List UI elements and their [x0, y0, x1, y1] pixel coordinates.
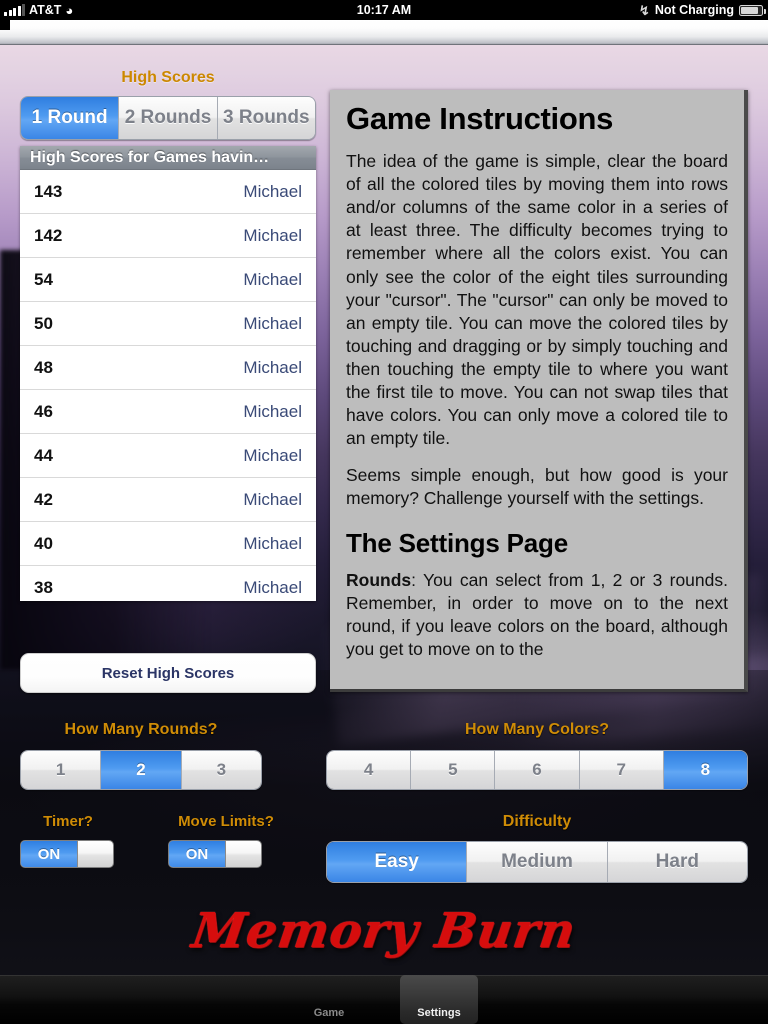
how-many-rounds-label: How Many Rounds?: [64, 721, 218, 738]
tab-1-round-label: 1 Round: [31, 107, 108, 128]
rounds-option-3-label: 3: [216, 760, 227, 779]
instructions-paragraph-2: Seems simple enough, but how good is you…: [346, 465, 728, 509]
table-row[interactable]: 46 Michael: [20, 390, 316, 434]
score-value: 46: [34, 401, 53, 421]
score-player-name: Michael: [243, 357, 302, 377]
colors-option-4[interactable]: 4: [327, 751, 412, 789]
score-player-name: Michael: [243, 313, 302, 333]
score-player-name: Michael: [243, 533, 302, 553]
difficulty-control[interactable]: Easy Medium Hard: [326, 841, 748, 883]
status-bar: AT&T ◕ 10:17 AM ↯ Not Charging: [0, 0, 768, 20]
tab-game[interactable]: Game: [290, 975, 368, 1024]
score-player-name: Michael: [243, 225, 302, 245]
reset-high-scores-button[interactable]: Reset High Scores: [20, 653, 316, 693]
colors-option-8[interactable]: 8: [663, 751, 747, 789]
tab-3-rounds-label: 3 Rounds: [223, 107, 310, 128]
colors-option-4-label: 4: [363, 760, 374, 779]
rounds-term: Rounds: [346, 570, 412, 591]
move-limits-toggle-knob[interactable]: [225, 841, 261, 867]
high-scores-row-list[interactable]: 143 Michael 142 Michael 54 Michael 50 Michael 48…: [20, 170, 316, 601]
table-row[interactable]: 50 Michael: [20, 302, 316, 346]
colors-option-6-label: 6: [532, 760, 542, 779]
score-player-name: Michael: [243, 269, 302, 289]
rounds-option-1-label: 1: [55, 760, 66, 779]
table-row[interactable]: 48 Michael: [20, 346, 316, 390]
difficulty-option-medium-label: Medium: [501, 851, 573, 872]
table-row[interactable]: 54 Michael: [20, 258, 316, 302]
score-player-name: Michael: [243, 489, 302, 509]
tab-2-rounds[interactable]: 2 Rounds: [119, 97, 218, 139]
difficulty-option-easy-label: Easy: [374, 851, 419, 872]
top-chrome-bar: [0, 20, 768, 45]
colors-option-8-label: 8: [700, 760, 711, 779]
table-row[interactable]: 38 Michael: [20, 566, 316, 601]
game-instructions-heading: Game Instructions: [346, 101, 614, 136]
move-limits-label: Move Limits?: [178, 813, 274, 830]
rounds-option-1[interactable]: 1: [21, 751, 102, 789]
score-player-name: Michael: [243, 445, 302, 465]
score-player-name: Michael: [243, 401, 302, 421]
instructions-paragraph-1: The idea of the game is simple, clear th…: [346, 151, 728, 449]
settings-page-heading: The Settings Page: [346, 527, 568, 558]
table-row[interactable]: 142 Michael: [20, 214, 316, 258]
timer-toggle-knob[interactable]: [77, 841, 113, 867]
colors-option-6[interactable]: 6: [495, 751, 580, 789]
score-value: 40: [34, 533, 53, 553]
colors-option-7[interactable]: 7: [579, 751, 664, 789]
rounds-option-3[interactable]: 3: [181, 751, 261, 789]
high-scores-title: High Scores: [121, 69, 215, 86]
app-logo: Memory Burn: [188, 903, 580, 959]
how-many-colors-control[interactable]: 4 5 6 7 8: [326, 750, 748, 790]
high-scores-table-header: High Scores for Games havin…: [20, 146, 316, 170]
tab-2-rounds-label: 2 Rounds: [124, 107, 212, 128]
score-value: 50: [34, 313, 53, 333]
tab-settings-label: Settings: [417, 1007, 461, 1019]
table-row[interactable]: 40 Michael: [20, 522, 316, 566]
difficulty-label: Difficulty: [502, 813, 572, 830]
table-row[interactable]: 42 Michael: [20, 478, 316, 522]
difficulty-option-easy[interactable]: Easy: [327, 842, 468, 882]
score-value: 38: [34, 577, 53, 597]
difficulty-option-hard-label: Hard: [655, 851, 699, 872]
table-row[interactable]: 143 Michael: [20, 170, 316, 214]
status-bar-right: ↯ Not Charging: [638, 2, 766, 18]
score-value: 54: [34, 269, 53, 289]
instructions-rounds-paragraph: Rounds: You can select from 1, 2 or 3 ro…: [346, 569, 728, 661]
tab-3-rounds[interactable]: 3 Rounds: [217, 97, 315, 139]
tab-settings[interactable]: Settings: [400, 975, 478, 1024]
game-instructions-content: Game Instructions The idea of the game i…: [330, 90, 744, 661]
high-scores-table[interactable]: High Scores for Games havin… 143 Michael 1…: [20, 146, 316, 601]
score-value: 143: [34, 181, 63, 201]
difficulty-option-hard[interactable]: Hard: [607, 842, 747, 882]
score-value: 48: [34, 357, 53, 377]
move-limits-toggle-value: ON: [169, 841, 225, 867]
score-value: 44: [34, 445, 53, 465]
table-row[interactable]: 44 Michael: [20, 434, 316, 478]
score-value: 142: [34, 225, 63, 245]
bluetooth-icon: ↯: [638, 2, 650, 18]
how-many-colors-label: How Many Colors?: [464, 721, 609, 738]
score-value: 42: [34, 489, 53, 509]
tab-game-label: Game: [313, 1007, 345, 1019]
timer-label: Timer?: [43, 813, 93, 830]
tab-1-round[interactable]: 1 Round: [21, 97, 120, 139]
tab-bar: [0, 975, 768, 1024]
colors-option-5[interactable]: 5: [411, 751, 496, 789]
rounds-option-2-label: 2: [136, 760, 146, 779]
timer-toggle-value: ON: [21, 841, 77, 867]
battery-icon: [739, 4, 766, 16]
score-player-name: Michael: [243, 181, 302, 201]
high-scores-rounds-tabs[interactable]: 1 Round 2 Rounds 3 Rounds: [20, 96, 316, 140]
rounds-option-2[interactable]: 2: [101, 751, 182, 789]
how-many-rounds-control[interactable]: 1 2 3: [20, 750, 262, 790]
difficulty-option-medium[interactable]: Medium: [467, 842, 608, 882]
move-limits-toggle[interactable]: ON: [168, 840, 262, 868]
reset-high-scores-label: Reset High Scores: [101, 664, 235, 682]
battery-status-label: Not Charging: [654, 3, 734, 17]
timer-toggle[interactable]: ON: [20, 840, 114, 868]
colors-option-5-label: 5: [448, 760, 458, 779]
game-instructions-panel[interactable]: Game Instructions The idea of the game i…: [330, 90, 748, 692]
colors-option-7-label: 7: [616, 760, 626, 779]
score-player-name: Michael: [243, 577, 302, 597]
